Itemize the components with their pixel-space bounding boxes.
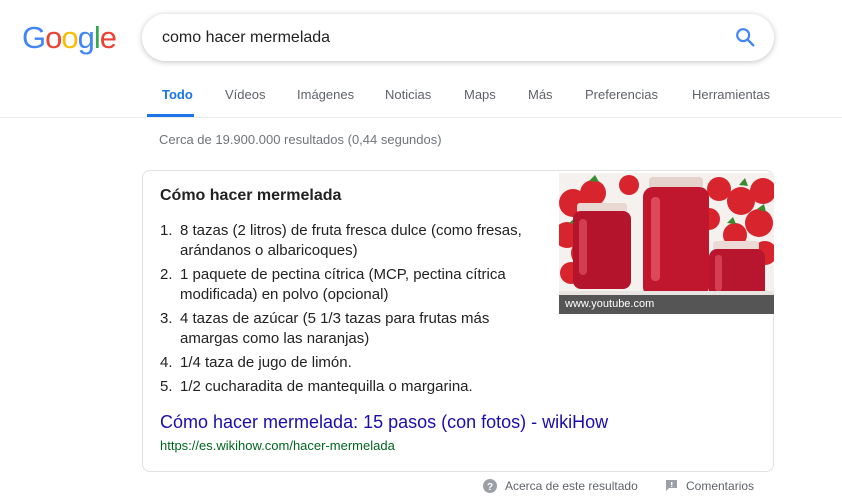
list-text: 1/4 taza de jugo de limón.: [180, 354, 352, 371]
tab-maps[interactable]: Maps: [464, 87, 496, 102]
result-url: https://es.wikihow.com/hacer-mermelada: [160, 438, 395, 453]
list-item: 3. 4 tazas de azúcar (5 1/3 tazas para fr…: [160, 309, 540, 349]
list-item: 1. 8 tazas (2 litros) de fruta fresca dul…: [160, 221, 540, 261]
feedback-label: Comentarios: [686, 478, 755, 493]
list-number: 1.: [160, 222, 173, 239]
list-number: 3.: [160, 310, 173, 327]
logo-letter: g: [77, 20, 95, 55]
tab-preferencias[interactable]: Preferencias: [585, 87, 658, 102]
logo-letter: e: [99, 20, 117, 55]
jam-jars-image: [559, 173, 774, 314]
about-this-result-link[interactable]: ? Acerca de este resultado: [483, 478, 638, 493]
list-text: 1/2 cucharadita de mantequilla o margari…: [180, 378, 473, 395]
tab-todo[interactable]: Todo: [162, 87, 193, 102]
featured-snippet: Cómo hacer mermelada 1. 8 tazas (2 litros…: [142, 170, 774, 472]
active-tab-indicator: [147, 114, 194, 117]
list-text: 4 tazas de azúcar (5 1/3 tazas para frut…: [180, 310, 490, 347]
logo-letter: o: [61, 20, 78, 55]
tab-videos[interactable]: Vídeos: [225, 87, 265, 102]
about-label: Acerca de este resultado: [505, 478, 638, 493]
snippet-title: Cómo hacer mermelada: [160, 187, 342, 204]
list-number: 5.: [160, 378, 173, 395]
search-box: [142, 14, 774, 61]
feedback-icon: [665, 479, 678, 492]
result-title-link[interactable]: Cómo hacer mermelada: 15 pasos (con foto…: [160, 412, 608, 433]
list-item: 2. 1 paquete de pectina cítrica (MCP, pec…: [160, 265, 540, 305]
search-icon[interactable]: [734, 26, 756, 48]
list-text: 1 paquete de pectina cítrica (MCP, pecti…: [180, 266, 506, 303]
tab-herramientas[interactable]: Herramientas: [692, 87, 770, 102]
image-source-caption: www.youtube.com: [559, 295, 774, 314]
list-number: 4.: [160, 354, 173, 371]
search-input[interactable]: [162, 14, 722, 61]
svg-text:?: ?: [487, 482, 493, 493]
tab-mas[interactable]: Más: [528, 87, 553, 102]
snippet-thumbnail[interactable]: www.youtube.com: [559, 173, 774, 314]
list-item: 4. 1/4 taza de jugo de limón.: [160, 353, 540, 373]
list-item: 5. 1/2 cucharadita de mantequilla o marga…: [160, 377, 540, 397]
tab-noticias[interactable]: Noticias: [385, 87, 431, 102]
list-text: 8 tazas (2 litros) de fruta fresca dulce…: [180, 222, 522, 259]
tab-imagenes[interactable]: Imágenes: [297, 87, 354, 102]
logo-letter: G: [22, 20, 46, 55]
help-icon: ?: [483, 478, 497, 493]
result-stats: Cerca de 19.900.000 resultados (0,44 seg…: [159, 132, 442, 147]
logo-letter: o: [45, 20, 62, 55]
google-logo[interactable]: Google: [22, 18, 117, 58]
ingredient-list: 1. 8 tazas (2 litros) de fruta fresca dul…: [160, 221, 540, 401]
search-tabs: Todo Vídeos Imágenes Noticias Maps Más P…: [0, 80, 842, 118]
feedback-link[interactable]: Comentarios: [665, 478, 754, 493]
list-number: 2.: [160, 266, 173, 283]
